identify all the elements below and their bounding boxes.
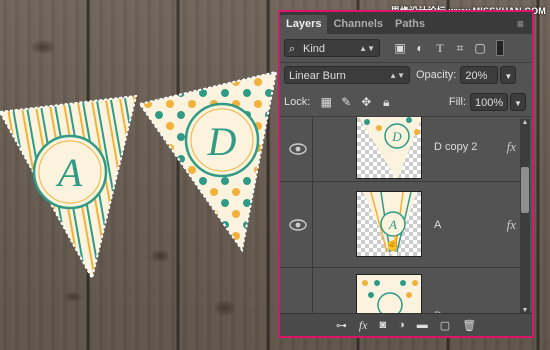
filter-toggle[interactable] — [496, 40, 504, 56]
fx-icon[interactable]: fx — [359, 318, 368, 333]
trash-icon[interactable]: 🗑︎ — [462, 319, 476, 332]
layer-row-d-copy-2[interactable]: D D copy 2 fx — [280, 117, 520, 182]
fx-icon[interactable]: fx — [507, 139, 516, 155]
fill-dropdown-button[interactable]: ▼ — [510, 93, 526, 111]
thumbnail-artwork: A☝ — [363, 192, 417, 256]
layer-thumbnail[interactable]: A ☝ — [356, 191, 422, 257]
tab-paths[interactable]: Paths — [389, 15, 431, 34]
fill-input[interactable]: 100% — [470, 93, 508, 111]
layer-column-divider — [312, 268, 313, 317]
lock-row: Lock: ▦ ✎ ✥ 🔒︎ Fill: 100% ▼ — [284, 93, 526, 111]
lock-image-icon[interactable]: ✎ — [338, 94, 354, 110]
flag-left-letter: A — [55, 150, 83, 195]
type-filter-icon[interactable]: T — [432, 40, 448, 56]
layer-thumbnail[interactable]: D — [356, 117, 422, 179]
shape-filter-icon[interactable]: ⌗ — [452, 40, 468, 56]
layers-scrollbar[interactable]: ▲ ▼ — [520, 119, 530, 317]
fx-icon[interactable]: fx — [507, 217, 516, 233]
thumbnail-artwork: D — [358, 117, 421, 178]
opacity-dropdown-button[interactable]: ▼ — [500, 66, 517, 84]
flag-right-letter: D — [207, 119, 237, 164]
layer-column-divider — [312, 181, 313, 267]
layer-column-divider — [312, 117, 313, 181]
panel-footer: ⊶ fx ◙ ◑ ▬ ▢ 🗑︎ — [280, 313, 532, 336]
flag-right: D — [138, 70, 278, 253]
document-canvas[interactable]: A D 思缘设计论坛 www.MISSYUAN.COM Layers Chann… — [0, 0, 550, 350]
adjustment-filter-icon[interactable]: ◐ — [412, 40, 428, 56]
flag-left: A — [0, 94, 138, 281]
chevron-updown-icon: ▲▼ — [359, 44, 375, 53]
tab-layers[interactable]: Layers — [280, 15, 328, 34]
svg-text:D: D — [391, 129, 402, 144]
lock-all-icon[interactable]: 🔒︎ — [378, 94, 394, 110]
panel-tabs: Layers Channels Paths ≡ — [280, 12, 532, 34]
layer-name[interactable]: A — [434, 219, 441, 231]
smart-object-filter-icon[interactable]: ▢ — [472, 40, 488, 56]
adjustment-icon[interactable]: ◑ — [398, 319, 405, 331]
svg-text:A: A — [388, 217, 397, 232]
link-icon[interactable]: ⊶ — [336, 319, 347, 332]
opacity-input[interactable]: 20% — [460, 66, 499, 84]
opacity-value: 20% — [465, 70, 488, 82]
search-icon: ⌕ — [289, 43, 296, 55]
svg-text:☝: ☝ — [384, 234, 401, 252]
divider — [280, 62, 532, 63]
filter-kind-label: Kind — [303, 43, 326, 55]
new-layer-icon[interactable]: ▢ — [440, 319, 450, 332]
blend-mode-dropdown[interactable]: Linear Burn ▲▼ — [284, 66, 410, 84]
blend-mode-value: Linear Burn — [289, 70, 346, 82]
lock-transparent-icon[interactable]: ▦ — [318, 94, 334, 110]
scrollbar-thumb[interactable] — [521, 167, 529, 213]
filter-row: ⌕ Kind ▲▼ ▣ ◐ T ⌗ ▢ — [284, 39, 526, 57]
fill-label: Fill: — [448, 96, 466, 108]
lock-label: Lock: — [284, 96, 311, 108]
lock-position-icon[interactable]: ✥ — [358, 94, 374, 110]
layers-panel: Layers Channels Paths ≡ ⌕ Kind ▲▼ ▣ ◐ T … — [278, 10, 534, 338]
opacity-label: Opacity: — [416, 69, 457, 81]
eye-icon[interactable] — [288, 219, 308, 231]
chevron-updown-icon: ▲▼ — [389, 71, 405, 80]
eye-icon[interactable] — [288, 143, 308, 155]
folder-icon[interactable]: ▬ — [417, 319, 428, 331]
layer-row-d[interactable]: D — [280, 268, 520, 317]
panel-menu-icon[interactable]: ≡ — [517, 17, 524, 31]
fill-value: 100% — [475, 97, 504, 109]
filter-kind-dropdown[interactable]: ⌕ Kind ▲▼ — [284, 39, 380, 57]
scroll-up-icon[interactable]: ▲ — [520, 119, 530, 129]
layer-name[interactable]: D copy 2 — [434, 141, 477, 153]
layer-row-a[interactable]: A ☝ A fx — [280, 181, 520, 268]
blend-row: Linear Burn ▲▼ Opacity: 20% ▼ — [284, 66, 526, 84]
chevron-down-icon: ▼ — [514, 99, 522, 108]
chevron-down-icon: ▼ — [504, 72, 513, 81]
mask-icon[interactable]: ◙ — [379, 319, 386, 331]
thumbnail-artwork — [357, 275, 421, 317]
layer-thumbnail[interactable] — [356, 274, 422, 317]
tab-channels[interactable]: Channels — [327, 15, 389, 34]
pixel-filter-icon[interactable]: ▣ — [392, 40, 408, 56]
layers-list: D D copy 2 fx A☝ A fx D — [280, 117, 532, 317]
